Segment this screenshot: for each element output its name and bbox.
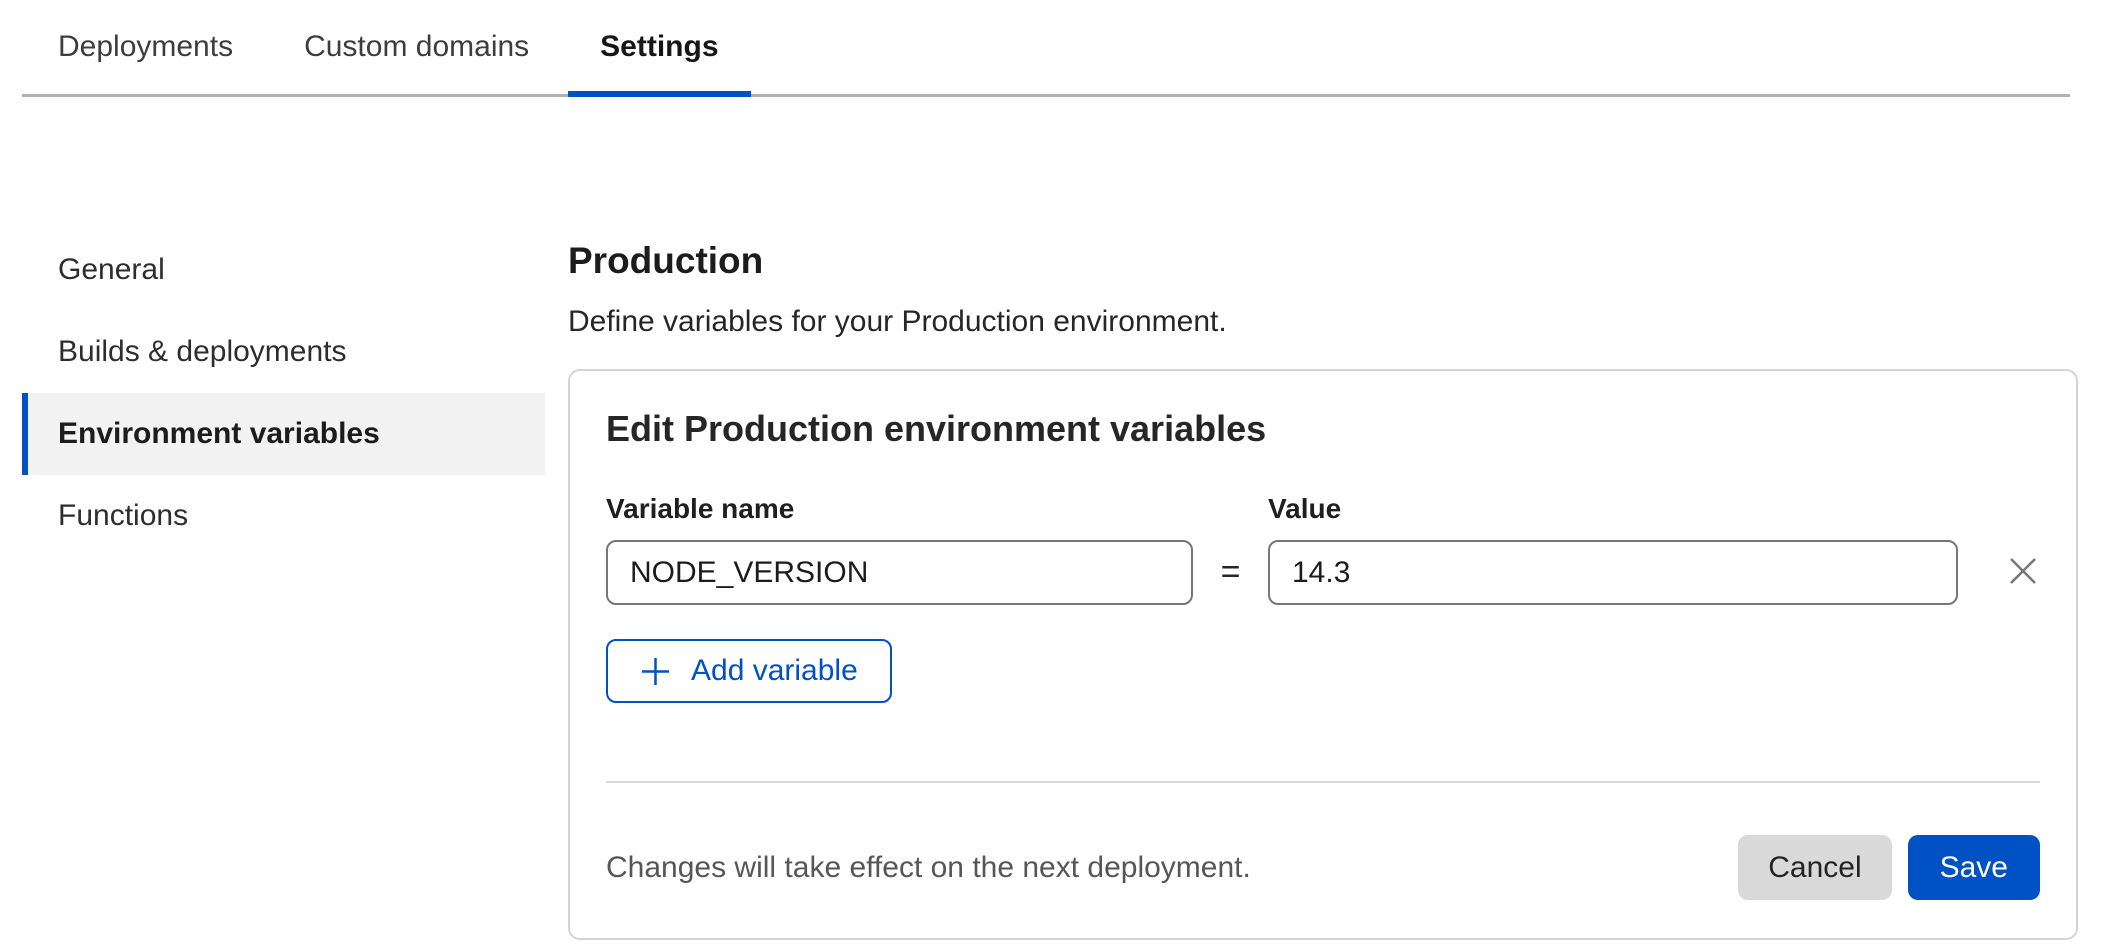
- section-title: Production: [568, 242, 2078, 279]
- tab-deployments[interactable]: Deployments: [26, 0, 265, 94]
- tab-bar: Deployments Custom domains Settings: [22, 0, 2070, 97]
- sidebar-item-builds-deployments[interactable]: Builds & deployments: [22, 311, 545, 393]
- sidebar-item-functions[interactable]: Functions: [22, 475, 545, 557]
- settings-content: General Builds & deployments Environment…: [0, 97, 2121, 940]
- settings-sidebar: General Builds & deployments Environment…: [22, 97, 545, 557]
- equals-sign: =: [1193, 540, 1268, 605]
- card-divider: [606, 781, 2040, 783]
- variable-value-input[interactable]: [1268, 540, 1958, 605]
- close-icon: [2006, 554, 2040, 591]
- footer-note: Changes will take effect on the next dep…: [606, 853, 1251, 883]
- edit-variables-card: Edit Production environment variables Va…: [568, 369, 2078, 940]
- variable-name-field-group: Variable name: [606, 495, 1193, 605]
- cancel-button[interactable]: Cancel: [1738, 835, 1891, 900]
- card-title: Edit Production environment variables: [606, 411, 2040, 447]
- variable-name-label: Variable name: [606, 495, 1193, 523]
- sidebar-item-general[interactable]: General: [22, 229, 545, 311]
- add-variable-button[interactable]: Add variable: [606, 639, 892, 703]
- add-variable-label: Add variable: [691, 654, 858, 688]
- remove-variable-button[interactable]: [2006, 540, 2040, 605]
- card-footer: Changes will take effect on the next dep…: [606, 835, 2040, 900]
- tab-settings[interactable]: Settings: [568, 0, 750, 94]
- variable-row: Variable name = Value: [606, 495, 2040, 605]
- environment-variables-panel: Production Define variables for your Pro…: [568, 97, 2078, 940]
- footer-actions: Cancel Save: [1738, 835, 2040, 900]
- tab-custom-domains[interactable]: Custom domains: [272, 0, 561, 94]
- sidebar-item-environment-variables[interactable]: Environment variables: [22, 393, 545, 475]
- variable-name-input[interactable]: [606, 540, 1193, 605]
- save-button[interactable]: Save: [1908, 835, 2040, 900]
- variable-value-label: Value: [1268, 495, 1958, 523]
- section-description: Define variables for your Production env…: [568, 307, 2078, 337]
- plus-icon: [640, 656, 671, 687]
- variable-value-field-group: Value: [1268, 495, 1958, 605]
